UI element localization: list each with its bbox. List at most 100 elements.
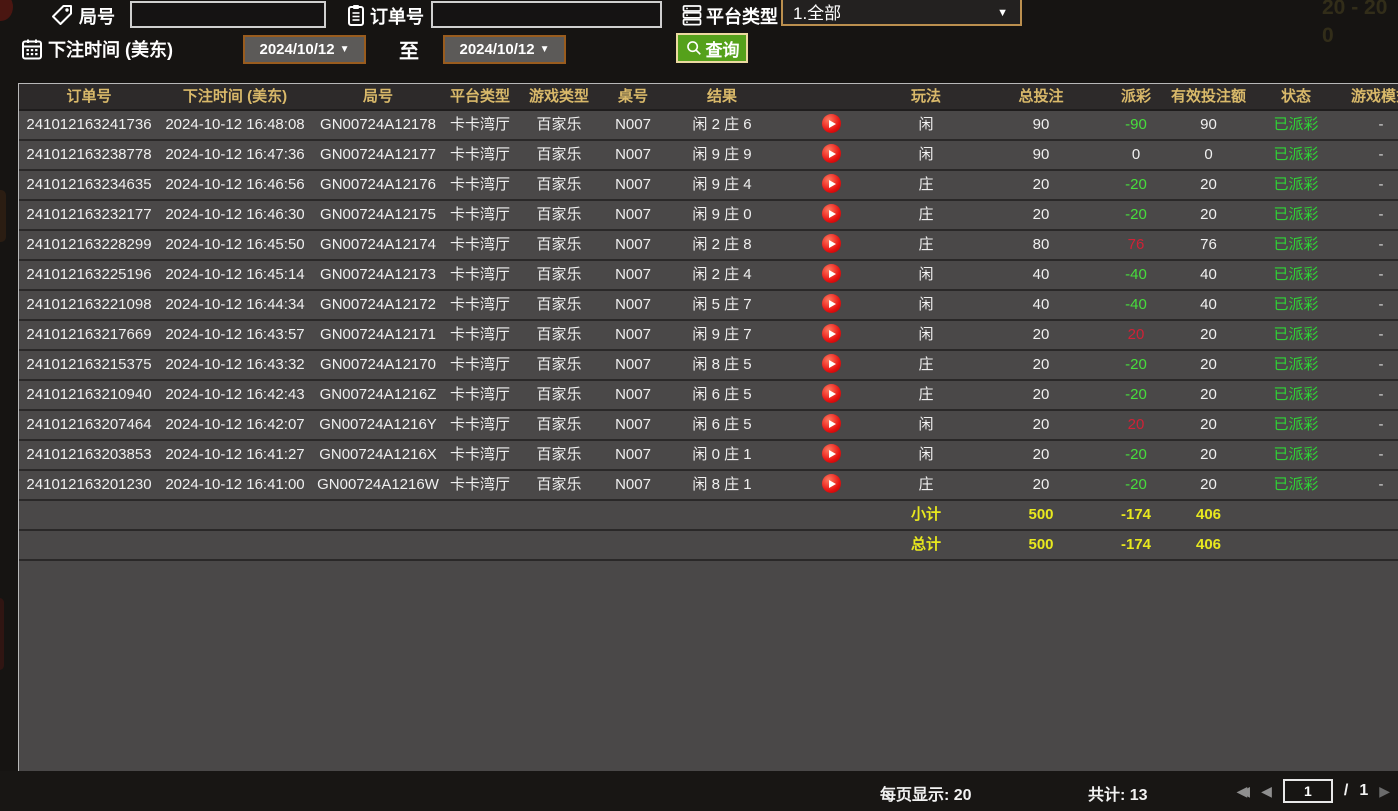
cell-valid-bet: 20 [1200, 416, 1217, 433]
cell-total-bet: 90 [1032, 116, 1050, 133]
cell-platform: 卡卡湾厅 [449, 356, 510, 373]
subtotal-payout: -174 [1120, 506, 1152, 523]
header-table-no: 桌号 [617, 88, 648, 105]
subtotal-label: 小计 [910, 506, 941, 523]
table-row: 241012163217669 2024-10-12 16:43:57 GN00… [19, 321, 1398, 351]
cell-order-id: 241012163201230 [26, 476, 152, 493]
play-video-icon[interactable] [821, 474, 841, 494]
cell-bet-time: 2024-10-12 16:44:34 [165, 296, 305, 313]
first-page-button[interactable]: ◀◀ [1237, 780, 1251, 802]
cell-total-bet: 40 [1032, 296, 1050, 313]
total-total-bet: 500 [1028, 536, 1054, 553]
cell-game-mode: - [1378, 266, 1384, 283]
play-video-icon[interactable] [821, 114, 841, 134]
cell-game-type: 百家乐 [536, 476, 582, 493]
header-video [781, 84, 881, 109]
chevron-down-icon: ▼ [339, 44, 350, 55]
cell-status: 已派彩 [1273, 476, 1319, 493]
play-video-icon[interactable] [821, 384, 841, 404]
cell-valid-bet: 20 [1200, 446, 1217, 463]
cell-order-id: 241012163232177 [26, 206, 152, 223]
play-video-icon[interactable] [821, 144, 841, 164]
cell-order-id: 241012163238778 [26, 146, 152, 163]
table-row: 241012163207464 2024-10-12 16:42:07 GN00… [19, 411, 1398, 441]
cell-payout: -20 [1125, 476, 1147, 493]
table-row: 241012163238778 2024-10-12 16:47:36 GN00… [19, 141, 1398, 171]
cell-bet-type: 庄 [918, 236, 934, 253]
cell-round-id: GN00724A1216Y [319, 416, 437, 433]
play-video-icon[interactable] [821, 174, 841, 194]
cell-game-type: 百家乐 [536, 356, 582, 373]
play-video-icon[interactable] [821, 354, 841, 374]
search-icon [686, 41, 701, 55]
cell-payout: -20 [1125, 446, 1147, 463]
cell-total-bet: 20 [1032, 176, 1050, 193]
table-row: 241012163201230 2024-10-12 16:41:00 GN00… [19, 471, 1398, 501]
cell-game-mode: - [1378, 326, 1384, 343]
cell-valid-bet: 40 [1200, 266, 1217, 283]
cell-bet-type: 庄 [918, 386, 934, 403]
play-video-icon[interactable] [821, 324, 841, 344]
subtotal-total-bet: 500 [1028, 506, 1054, 523]
cell-platform: 卡卡湾厅 [449, 416, 510, 433]
play-video-icon[interactable] [821, 264, 841, 284]
bet-records-table: 订单号 下注时间 (美东) 局号 平台类型 游戏类型 桌号 结果 玩法 总投注 … [18, 83, 1398, 772]
cell-result: 闲 0 庄 1 [692, 446, 752, 463]
cell-video [781, 201, 881, 229]
date-from-picker[interactable]: 2024/10/12 ▼ [243, 35, 366, 64]
cell-total-bet: 20 [1032, 386, 1050, 403]
cell-result: 闲 5 庄 7 [692, 296, 752, 313]
cell-table-no: N007 [615, 386, 651, 403]
cell-status: 已派彩 [1273, 116, 1319, 133]
total-label: 总计 [910, 536, 941, 553]
cell-payout: -40 [1125, 266, 1147, 283]
order-number-input[interactable] [431, 1, 662, 28]
play-video-icon[interactable] [821, 414, 841, 434]
total-payout: -174 [1120, 536, 1152, 553]
cell-payout: -20 [1125, 176, 1147, 193]
cell-video [781, 291, 881, 319]
table-row: 241012163234635 2024-10-12 16:46:56 GN00… [19, 171, 1398, 201]
cell-status: 已派彩 [1273, 176, 1319, 193]
date-to-picker[interactable]: 2024/10/12 ▼ [443, 35, 566, 64]
cell-valid-bet: 20 [1200, 176, 1217, 193]
cell-status: 已派彩 [1273, 266, 1319, 283]
cell-video [781, 441, 881, 469]
cell-game-type: 百家乐 [536, 386, 582, 403]
cell-table-no: N007 [615, 476, 651, 493]
cell-status: 已派彩 [1273, 236, 1319, 253]
query-button[interactable]: 查询 [676, 33, 748, 63]
cell-status: 已派彩 [1273, 146, 1319, 163]
cell-order-id: 241012163217669 [26, 326, 152, 343]
cell-round-id: GN00724A12177 [320, 146, 436, 163]
table-row: 241012163215375 2024-10-12 16:43:32 GN00… [19, 351, 1398, 381]
table-row: 241012163225196 2024-10-12 16:45:14 GN00… [19, 261, 1398, 291]
play-video-icon[interactable] [821, 204, 841, 224]
play-video-icon[interactable] [821, 444, 841, 464]
platform-type-select[interactable]: 1.全部 ▼ [781, 0, 1022, 26]
next-page-button[interactable]: ▶ [1379, 780, 1390, 802]
play-video-icon[interactable] [821, 234, 841, 254]
cell-game-mode: - [1378, 386, 1384, 403]
cell-result: 闲 9 庄 0 [692, 206, 752, 223]
cell-payout: -20 [1125, 206, 1147, 223]
table-row: 241012163241736 2024-10-12 16:48:08 GN00… [19, 111, 1398, 141]
platform-type-label: 平台类型 [706, 7, 778, 27]
cell-platform: 卡卡湾厅 [449, 176, 510, 193]
round-number-input[interactable] [130, 1, 326, 28]
total-count-label: 共计: 13 [1088, 787, 1148, 804]
play-video-icon[interactable] [821, 294, 841, 314]
platform-type-value: 1.全部 [793, 3, 842, 23]
cell-total-bet: 20 [1032, 446, 1050, 463]
subtotal-valid-bet: 406 [1195, 506, 1222, 523]
cell-bet-time: 2024-10-12 16:45:50 [165, 236, 305, 253]
page-number-input[interactable] [1282, 779, 1333, 803]
cell-result: 闲 2 庄 8 [692, 236, 752, 253]
prev-page-button[interactable]: ◀ [1261, 780, 1272, 802]
header-result: 结果 [706, 88, 737, 105]
cell-game-type: 百家乐 [536, 446, 582, 463]
cell-video [781, 351, 881, 379]
cell-result: 闲 8 庄 5 [692, 356, 752, 373]
cell-game-type: 百家乐 [536, 176, 582, 193]
cell-game-mode: - [1378, 236, 1384, 253]
